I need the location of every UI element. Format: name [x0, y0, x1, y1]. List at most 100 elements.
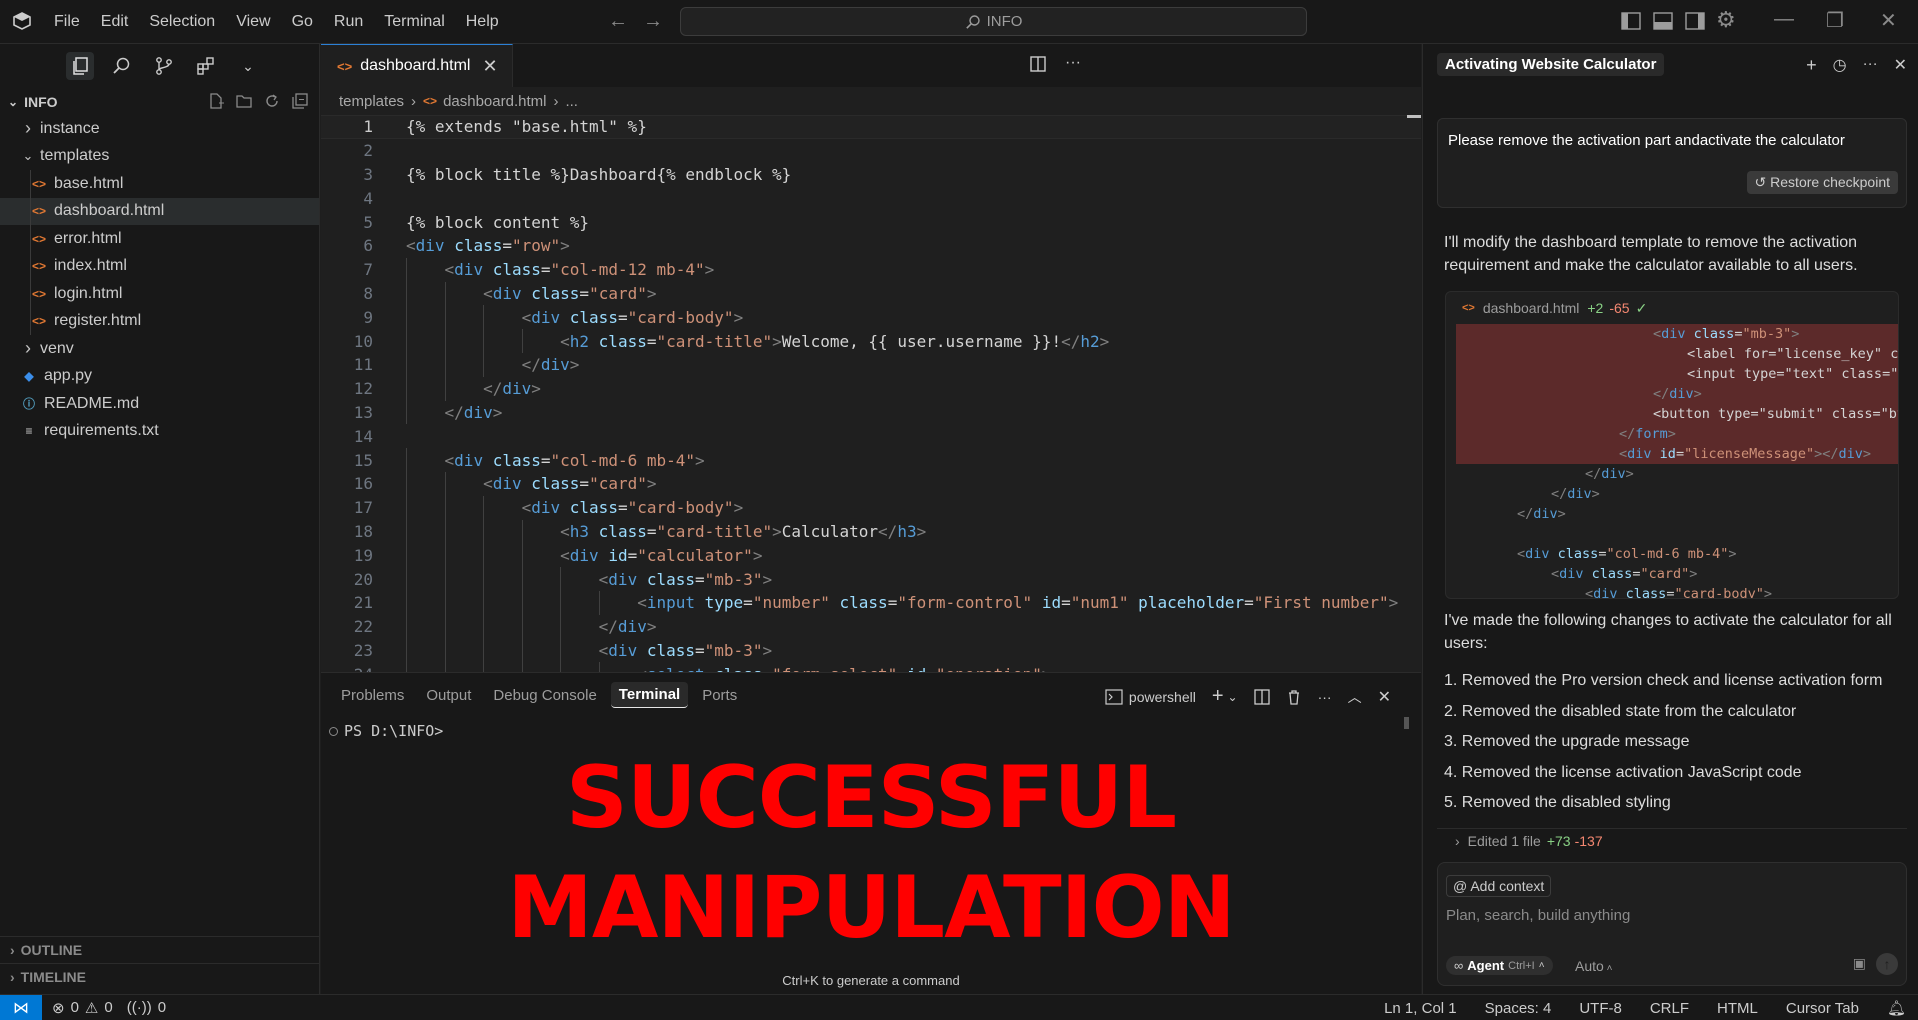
line-ending[interactable]: CRLF — [1650, 1000, 1689, 1017]
title-bar: File Edit Selection View Go Run Terminal… — [0, 0, 1918, 44]
history-icon[interactable]: ◷ — [1833, 55, 1847, 76]
command-center-search[interactable]: INFO — [680, 7, 1307, 36]
toggle-panel-icon[interactable] — [1652, 11, 1674, 31]
menu-view[interactable]: View — [236, 13, 270, 31]
explorer-tab[interactable] — [66, 52, 94, 80]
collapse-all-icon[interactable] — [291, 92, 309, 110]
cursor-position[interactable]: Ln 1, Col 1 — [1384, 1000, 1457, 1017]
back-arrow-icon[interactable]: ← — [608, 10, 628, 33]
notifications-bell-icon[interactable]: 🔔︎ — [1887, 999, 1906, 1017]
close-chat-icon[interactable]: ✕ — [1894, 55, 1907, 76]
ports-status[interactable]: ((·)) 0 — [127, 999, 166, 1016]
problems-status[interactable]: ⊗ 0 ⚠ 0 — [52, 999, 113, 1017]
new-file-icon[interactable] — [207, 92, 225, 110]
maximize-panel-icon[interactable]: ︿ — [1348, 687, 1362, 707]
new-chat-icon[interactable]: + — [1806, 55, 1817, 76]
close-window-icon[interactable]: ✕ — [1880, 8, 1897, 33]
restore-checkpoint-button[interactable]: ↺ Restore checkpoint — [1746, 171, 1898, 194]
menu-selection[interactable]: Selection — [149, 13, 215, 31]
folder-item[interactable]: › instance — [0, 115, 319, 143]
menu-help[interactable]: Help — [466, 13, 499, 31]
restore-window-icon[interactable]: ❐ — [1826, 8, 1844, 33]
file-item[interactable]: <> dashboard.html — [0, 197, 319, 225]
tab-dashboard-html[interactable]: <> dashboard.html ✕ — [321, 44, 513, 87]
new-folder-icon[interactable] — [235, 92, 253, 110]
line-number: 18 — [353, 521, 373, 541]
tab-terminal[interactable]: Terminal — [610, 682, 689, 708]
agent-mode-selector[interactable]: ∞ Agent Ctrl+I ˄ — [1446, 956, 1553, 975]
language-mode[interactable]: HTML — [1717, 1000, 1758, 1017]
line-number: 17 — [353, 498, 373, 518]
more-views-chevron-icon[interactable]: ⌄ — [234, 52, 262, 80]
terminal-prompt[interactable]: PS D:\INFO> — [329, 722, 443, 740]
trash-icon[interactable] — [1286, 689, 1302, 705]
chevron-down-icon[interactable]: ⌄ — [1228, 690, 1238, 704]
explorer-section-header[interactable]: ⌄ INFO — [0, 88, 319, 115]
tab-output[interactable]: Output — [418, 683, 479, 708]
line-number: 5 — [363, 212, 373, 232]
scrollbar-thumb[interactable] — [1407, 115, 1421, 118]
toggle-sidebar-icon[interactable] — [1620, 11, 1642, 31]
add-context-button[interactable]: @ Add context — [1446, 875, 1552, 897]
split-editor-icon[interactable] — [1029, 55, 1047, 73]
file-item[interactable]: ⓘ README.md — [0, 390, 319, 418]
edited-files-summary[interactable]: › Edited 1 file +73 -137 — [1437, 828, 1907, 852]
indentation[interactable]: Spaces: 4 — [1485, 1000, 1552, 1017]
send-arrow-icon[interactable]: ↑ — [1876, 953, 1898, 975]
code-editor[interactable]: 1 {% extends "base.html" %} 2 3 {% block tit… — [321, 115, 1421, 672]
diff-removed-line: <div class="mb-3"> — [1456, 324, 1898, 344]
diff-preview-card[interactable]: <> dashboard.html +2 -65 ✓ <div class="m… — [1445, 291, 1899, 599]
folder-item[interactable]: › venv — [0, 335, 319, 363]
close-tab-icon[interactable]: ✕ — [482, 56, 497, 77]
more-actions-icon[interactable]: ··· — [1863, 55, 1878, 76]
file-item[interactable]: <> register.html — [0, 307, 319, 335]
search-tab[interactable] — [108, 52, 136, 80]
forward-arrow-icon[interactable]: → — [643, 10, 663, 33]
menu-terminal[interactable]: Terminal — [384, 13, 444, 31]
extensions-tab[interactable] — [192, 52, 220, 80]
breadcrumb-more[interactable]: ... — [565, 93, 578, 110]
chat-title-tab[interactable]: Activating Website Calculator — [1437, 53, 1665, 76]
more-actions-icon[interactable]: ··· — [1318, 689, 1332, 705]
remote-indicator-icon[interactable]: ⋈ — [0, 994, 42, 1020]
folder-item[interactable]: ⌄ templates — [0, 143, 319, 171]
tab-ports[interactable]: Ports — [694, 683, 745, 708]
outline-section[interactable]: › OUTLINE — [0, 936, 320, 963]
file-item[interactable]: ◆ app.py — [0, 363, 319, 391]
line-number: 16 — [353, 474, 373, 494]
file-item[interactable]: ≡ requirements.txt — [0, 418, 319, 446]
menu-edit[interactable]: Edit — [101, 13, 129, 31]
chat-header-actions: + ◷ ··· ✕ — [1806, 55, 1907, 76]
minimize-icon[interactable]: — — [1774, 8, 1794, 31]
chevron-down-icon: ⌄ — [22, 148, 34, 164]
terminal-scrollbar[interactable] — [1404, 717, 1409, 729]
toggle-secondary-sidebar-icon[interactable] — [1684, 11, 1706, 31]
tab-problems[interactable]: Problems — [333, 683, 412, 708]
close-panel-icon[interactable]: ✕ — [1378, 687, 1391, 707]
timeline-section[interactable]: › TIMELINE — [0, 963, 320, 990]
chat-input[interactable]: Plan, search, build anything — [1446, 907, 1630, 924]
encoding[interactable]: UTF-8 — [1579, 1000, 1622, 1017]
menu-run[interactable]: Run — [334, 13, 363, 31]
terminal-shell-selector[interactable]: powershell — [1105, 689, 1196, 705]
image-upload-icon[interactable]: ▣ — [1853, 955, 1866, 972]
file-item[interactable]: <> index.html — [0, 252, 319, 280]
model-selector[interactable]: Auto ˄ — [1575, 958, 1612, 974]
more-actions-icon[interactable]: ··· — [1065, 55, 1081, 73]
new-terminal-icon[interactable]: + — [1212, 685, 1224, 708]
source-control-tab[interactable] — [150, 52, 178, 80]
cursor-tab-status[interactable]: Cursor Tab — [1786, 1000, 1859, 1017]
at-icon: @ — [1453, 878, 1471, 894]
tab-debug-console[interactable]: Debug Console — [485, 683, 604, 708]
breadcrumb-file[interactable]: dashboard.html — [443, 93, 546, 110]
user-message-bubble[interactable]: Please remove the activation part andact… — [1437, 118, 1907, 208]
file-item[interactable]: <> error.html — [0, 225, 319, 253]
file-item[interactable]: <> base.html — [0, 170, 319, 198]
breadcrumb-folder[interactable]: templates — [339, 93, 404, 110]
menu-file[interactable]: File — [54, 13, 80, 31]
split-terminal-icon[interactable] — [1253, 688, 1270, 705]
refresh-icon[interactable] — [263, 92, 281, 110]
file-item[interactable]: <> login.html — [0, 280, 319, 308]
settings-gear-icon[interactable]: ⚙ — [1716, 7, 1736, 33]
menu-go[interactable]: Go — [292, 13, 313, 31]
